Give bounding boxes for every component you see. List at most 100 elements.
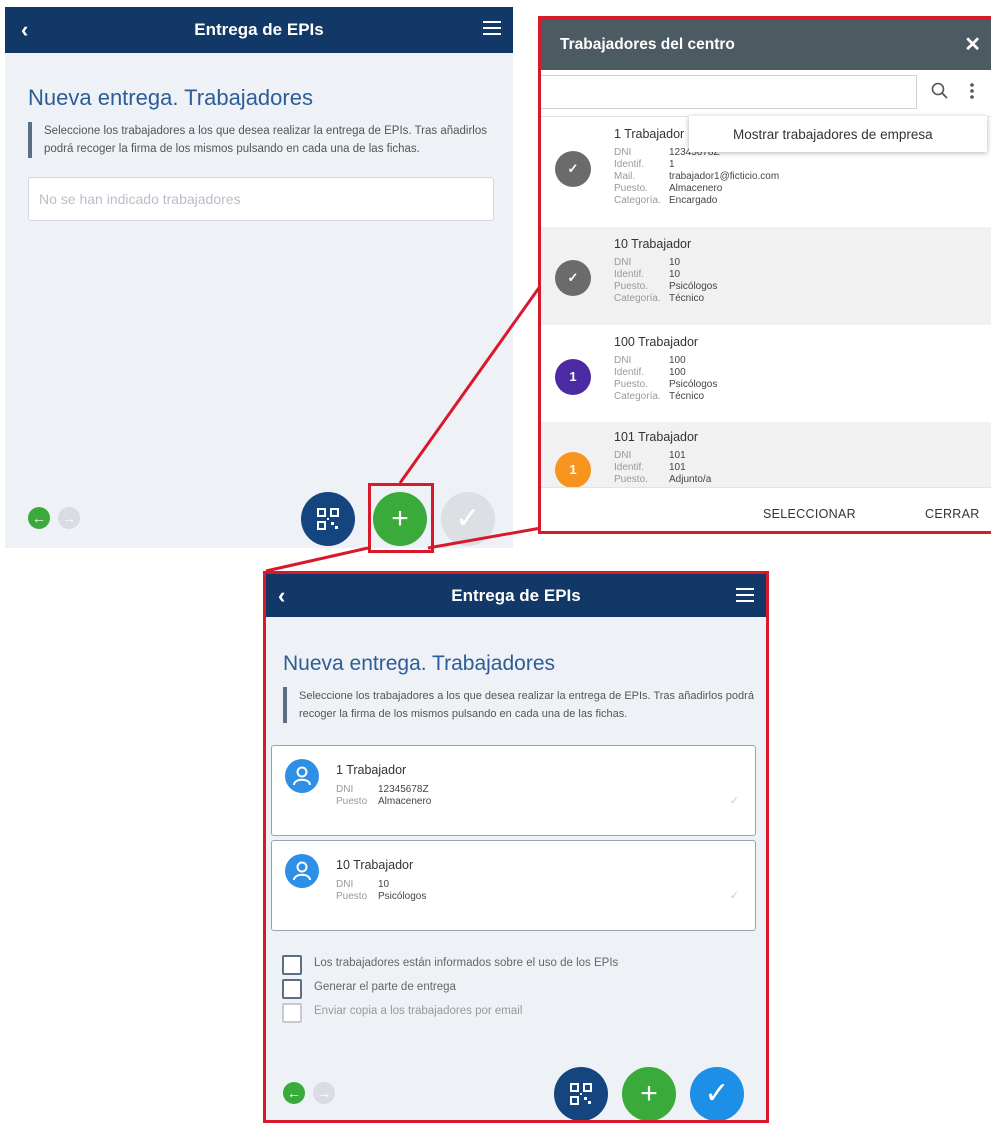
worker-name: 1 Trabajador — [336, 763, 407, 777]
worker-field: Identif. 1 — [614, 159, 675, 171]
field-label: Puesto — [336, 796, 368, 807]
dialog-title: Trabajadores del centro — [560, 36, 735, 53]
worker-card[interactable]: 1 Trabajador DNI 12345678Z Puesto Almacene… — [271, 745, 756, 836]
search-input[interactable] — [541, 75, 917, 109]
selected-check-avatar: ✓ — [555, 151, 591, 187]
field-label: Identif. — [614, 462, 645, 473]
count-badge-avatar: 1 — [555, 452, 591, 487]
field-label: Categoría. — [614, 391, 661, 402]
worker-field: DNI 10 — [336, 879, 389, 891]
field-value: Almacenero — [669, 183, 723, 194]
worker-field: Puesto. Psicólogos — [614, 281, 717, 293]
worker-field: Identif. 100 — [614, 367, 686, 379]
workers-list: ✓ 1 Trabajador DNI 12345678Z Identif. 1 Ma… — [541, 117, 991, 487]
field-label: DNI — [614, 257, 632, 268]
field-label: Categoría. — [614, 195, 661, 206]
person-icon — [293, 861, 311, 881]
worker-field: Categoría. Encargado — [614, 195, 717, 207]
person-avatar — [285, 854, 319, 888]
worker-field: Puesto Almacenero — [336, 796, 431, 808]
dialog-search-bar — [541, 70, 991, 117]
worker-field: Puesto Psicólogos — [336, 891, 426, 903]
menu-item-show-company-workers[interactable]: Mostrar trabajadores de empresa — [733, 127, 933, 142]
select-button[interactable]: SELECCIONAR — [763, 507, 856, 521]
count-badge-avatar: 1 — [555, 359, 591, 395]
field-value: Psicólogos — [669, 379, 718, 390]
field-label: Puesto — [336, 891, 368, 902]
nav-forward-button[interactable]: → — [313, 1082, 335, 1104]
field-label: Puesto. — [614, 281, 648, 292]
field-value: Psicólogos — [378, 891, 427, 902]
worker-field: Identif. 10 — [614, 269, 680, 281]
field-label: Categoría. — [614, 293, 661, 304]
field-value: 10 — [378, 879, 390, 890]
arrow-left-icon: ← — [287, 1085, 301, 1101]
workers-dialog: Trabajadores del centro ✕ ✓ 1 Trabajador… — [538, 16, 991, 534]
checkbox-generate-report-label: Generar el parte de entrega — [314, 981, 456, 993]
worker-field: Mail. trabajador1@ficticio.com — [614, 171, 779, 183]
field-value: 101 — [669, 450, 686, 461]
header-title: Entrega de EPIs — [451, 586, 581, 605]
app-header: ‹ Entrega de EPIs — [266, 574, 766, 617]
worker-name: 1 Trabajador — [614, 127, 685, 141]
field-label: DNI — [336, 879, 354, 890]
person-avatar — [285, 759, 319, 793]
worker-field: DNI 12345678Z — [336, 784, 429, 796]
signature-pen-icon: ✓ — [729, 890, 739, 902]
worker-field: DNI 10 — [614, 257, 680, 269]
field-value: 100 — [669, 367, 686, 378]
confirm-button[interactable]: ✓ — [690, 1067, 744, 1120]
worker-field: Categoría. Técnico — [614, 391, 704, 403]
field-label: Identif. — [614, 159, 645, 170]
worker-field: Puesto. Adjunto/a — [614, 474, 711, 486]
checkbox-send-email-label: Enviar copia a los trabajadores por emai… — [314, 1005, 523, 1017]
qr-scan-icon — [570, 1083, 592, 1105]
field-value: Adjunto/a — [669, 474, 712, 485]
worker-row[interactable]: 1 101 Trabajador DNI 101 Identif. 101 Pues… — [541, 422, 991, 487]
checkbox-send-email[interactable] — [282, 1003, 302, 1023]
qr-scan-button[interactable] — [554, 1067, 608, 1120]
overflow-menu: Mostrar trabajadores de empresa — [689, 116, 987, 152]
field-label: DNI — [614, 147, 632, 158]
nav-back-button[interactable]: ← — [283, 1082, 305, 1104]
worker-card[interactable]: 10 Trabajador DNI 10 Puesto Psicólogos ✓ — [271, 840, 756, 931]
field-value: 100 — [669, 355, 686, 366]
field-label: Identif. — [614, 269, 645, 280]
search-icon[interactable] — [931, 82, 949, 100]
field-value: 101 — [669, 462, 686, 473]
field-label: Puesto. — [614, 379, 648, 390]
more-vert-icon[interactable] — [969, 82, 975, 100]
field-value: Psicólogos — [669, 281, 718, 292]
worker-name: 10 Trabajador — [614, 237, 692, 251]
worker-field: Puesto. Almacenero — [614, 183, 722, 195]
worker-name: 101 Trabajador — [614, 430, 699, 444]
instructions-text: Seleccione los trabajadores a los que de… — [283, 687, 757, 723]
worker-row[interactable]: 1 100 Trabajador DNI 100 Identif. 100 Pues… — [541, 325, 991, 422]
field-label: DNI — [614, 450, 632, 461]
person-icon — [293, 766, 311, 786]
dialog-footer: SELECCIONAR CERRAR — [541, 487, 991, 531]
checkbox-generate-report[interactable] — [282, 979, 302, 999]
close-button[interactable]: CERRAR — [925, 507, 980, 521]
dialog-header: Trabajadores del centro ✕ — [541, 19, 991, 70]
checkbox-informed[interactable] — [282, 955, 302, 975]
close-icon[interactable]: ✕ — [964, 32, 981, 57]
page-title: Nueva entrega. Trabajadores — [283, 652, 556, 675]
worker-name: 100 Trabajador — [614, 335, 699, 349]
worker-name: 10 Trabajador — [336, 858, 414, 872]
field-value: 1 — [669, 159, 675, 170]
checkbox-informed-label: Los trabajadores están informados sobre … — [314, 957, 619, 969]
field-value: Encargado — [669, 195, 718, 206]
add-worker-button[interactable]: + — [622, 1067, 676, 1120]
screen-after: ‹ Entrega de EPIs Nueva entrega. Trabaja… — [263, 571, 769, 1123]
field-value: 12345678Z — [378, 784, 429, 795]
signature-pen-icon: ✓ — [729, 795, 739, 807]
field-value: 10 — [669, 269, 681, 280]
field-label: Puesto. — [614, 183, 648, 194]
worker-field: Categoría. Técnico — [614, 293, 704, 305]
field-label: DNI — [614, 355, 632, 366]
worker-row[interactable]: ✓ 10 Trabajador DNI 10 Identif. 10 Puesto.… — [541, 227, 991, 325]
check-icon: ✓ — [704, 1077, 730, 1110]
hamburger-menu-icon[interactable] — [736, 588, 754, 606]
field-label: DNI — [336, 784, 354, 795]
